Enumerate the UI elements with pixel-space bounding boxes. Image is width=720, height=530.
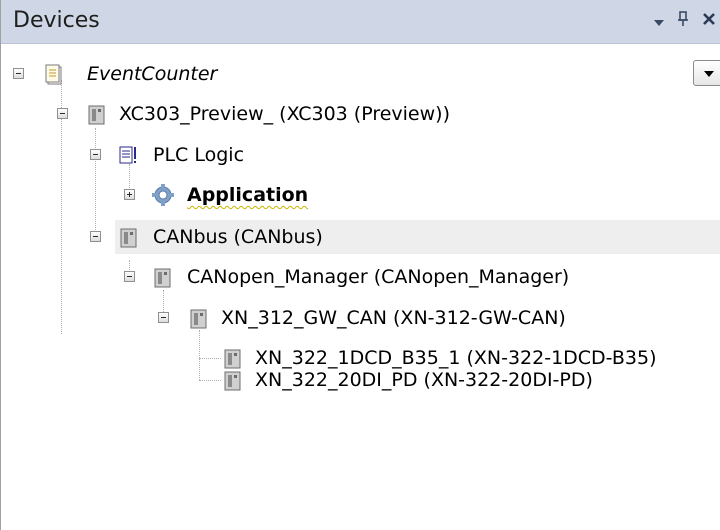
device-icon [189, 307, 209, 329]
tree-node-xn-322-20di-pd[interactable]: XN_322_20DI_PD (XN-322-20DI-PD) [1, 363, 720, 397]
device-icon [153, 266, 173, 288]
device-icon [223, 369, 243, 391]
collapse-toggle[interactable] [158, 312, 169, 323]
tree-node-label: XC303_Preview_ (XC303 (Preview)) [119, 103, 450, 125]
tree-node-label: Application [187, 184, 309, 206]
tree-options-dropdown-button[interactable] [693, 60, 720, 86]
tree-node-eventcounter[interactable]: EventCounter [1, 57, 691, 91]
plc-logic-icon [119, 144, 139, 166]
tree-node-canopen-manager[interactable]: CANopen_Manager (CANopen_Manager) [1, 260, 720, 294]
panel-titlebar: Devices [1, 0, 720, 44]
chevron-down-icon [704, 71, 714, 77]
devices-panel: Devices EventCounter XC303_Preview_ (XC3… [0, 0, 720, 530]
tree-node-xn-312-gw-can[interactable]: XN_312_GW_CAN (XN-312-GW-CAN) [1, 301, 720, 335]
collapse-toggle[interactable] [90, 231, 101, 242]
tree-node-label: XN_312_GW_CAN (XN-312-GW-CAN) [221, 307, 566, 329]
tree-node-label: CANopen_Manager (CANopen_Manager) [187, 266, 570, 288]
pin-icon[interactable] [671, 7, 695, 35]
tree-node-application[interactable]: Application [1, 178, 720, 212]
tree-node-label: PLC Logic [153, 144, 245, 166]
tree-node-plc-logic[interactable]: PLC Logic [1, 138, 720, 172]
collapse-toggle[interactable] [124, 271, 135, 282]
tree-node-label: XN_322_20DI_PD (XN-322-20DI-PD) [255, 369, 593, 391]
application-gear-icon [151, 183, 174, 206]
collapse-toggle[interactable] [57, 108, 68, 119]
expand-toggle[interactable] [124, 189, 135, 200]
window-position-dropdown-icon[interactable] [647, 7, 671, 35]
panel-title: Devices [13, 8, 100, 33]
project-file-icon [45, 63, 65, 85]
collapse-toggle[interactable] [90, 149, 101, 160]
collapse-toggle[interactable] [13, 68, 24, 79]
tree-node-canbus[interactable]: CANbus (CANbus) [90, 220, 720, 254]
tree-node-xc303[interactable]: XC303_Preview_ (XC303 (Preview)) [1, 97, 720, 131]
device-icon [119, 226, 139, 248]
tree-node-label: CANbus (CANbus) [153, 226, 323, 248]
tree-node-label: EventCounter [87, 63, 218, 85]
close-icon[interactable] [697, 7, 720, 35]
device-icon [87, 103, 107, 125]
